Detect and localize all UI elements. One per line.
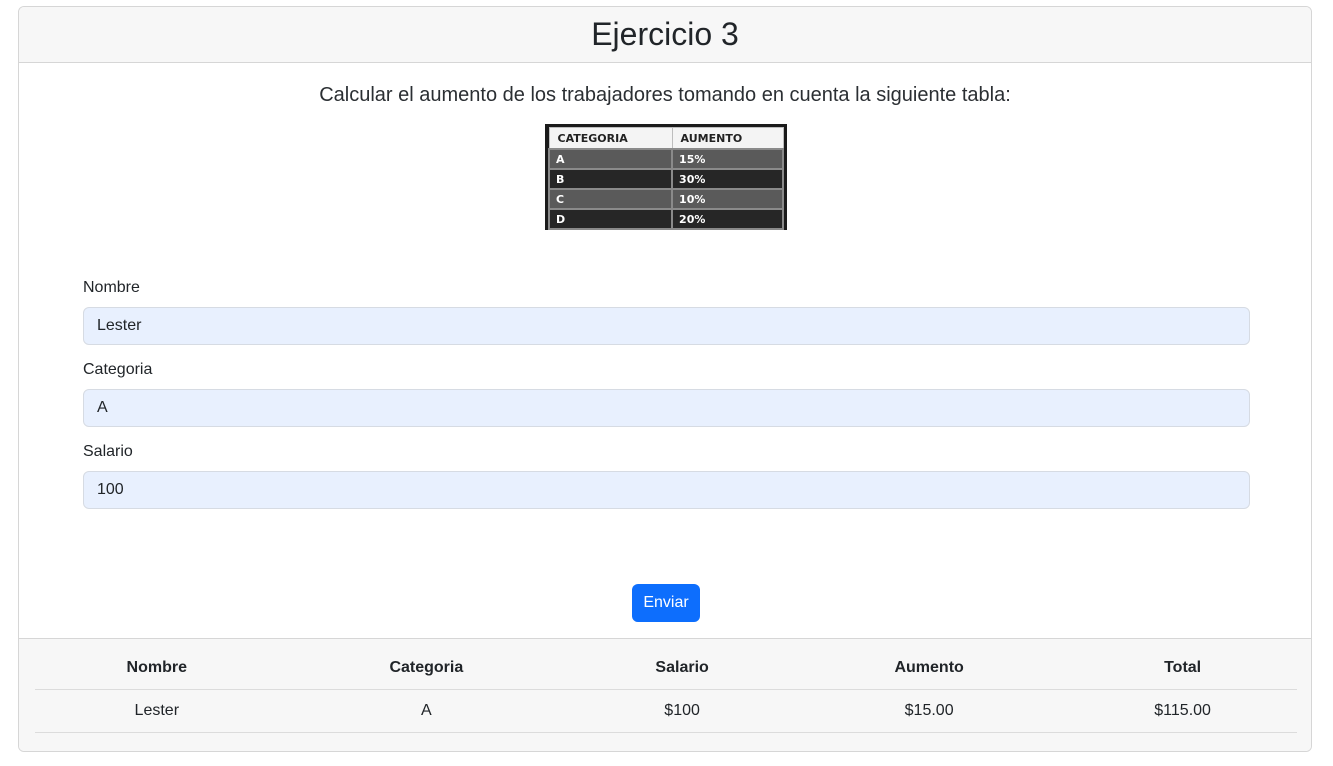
category-header: CATEGORIA	[548, 127, 673, 150]
results-header-nombre: Nombre	[35, 647, 279, 690]
category-increase-table-image: CATEGORIA AUMENTO A 15% B 30% C 10% D 20…	[545, 124, 787, 230]
card-header: Ejercicio 3	[19, 7, 1311, 63]
nombre-input[interactable]	[83, 307, 1250, 345]
table-row: B 30%	[547, 168, 784, 190]
categoria-label: Categoria	[83, 361, 153, 378]
increase-cell: 15%	[671, 148, 784, 170]
table-row: Lester A $100 $15.00 $115.00	[35, 689, 1297, 733]
nombre-label: Nombre	[83, 279, 140, 296]
increase-cell: 20%	[671, 208, 784, 230]
category-increase-table: CATEGORIA AUMENTO A 15% B 30% C 10% D 20…	[547, 127, 784, 230]
employee-form: Nombre Categoria Salario	[83, 279, 1250, 525]
result-aumento: $15.00	[790, 689, 1069, 733]
salario-label: Salario	[83, 443, 133, 460]
category-cell: B	[547, 168, 674, 190]
increase-header: AUMENTO	[671, 127, 784, 150]
nombre-field-group: Nombre	[83, 279, 1250, 345]
category-cell: C	[547, 188, 674, 210]
categoria-input[interactable]	[83, 389, 1250, 427]
result-categoria: A	[278, 689, 575, 733]
result-salario: $100	[574, 689, 791, 733]
results-header-aumento: Aumento	[790, 647, 1069, 690]
salario-field-group: Salario	[83, 443, 1250, 509]
results-header-total: Total	[1068, 647, 1297, 690]
increase-cell: 10%	[671, 188, 784, 210]
result-total: $115.00	[1068, 689, 1297, 733]
increase-cell: 30%	[671, 168, 784, 190]
table-row: C 10%	[547, 188, 784, 210]
categoria-field-group: Categoria	[83, 361, 1250, 427]
result-nombre: Lester	[35, 689, 279, 733]
intro-text: Calcular el aumento de los trabajadores …	[319, 84, 1011, 106]
category-cell: D	[547, 208, 674, 230]
table-row: D 20%	[547, 208, 784, 230]
results-table: Nombre Categoria Salario Aumento Total L…	[35, 647, 1297, 733]
results-header-salario: Salario	[574, 647, 791, 690]
results-header-categoria: Categoria	[278, 647, 575, 690]
submit-button[interactable]: Enviar	[632, 584, 700, 622]
salario-input[interactable]	[83, 471, 1250, 509]
table-row: A 15%	[547, 148, 784, 170]
category-cell: A	[547, 148, 674, 170]
page-title: Ejercicio 3	[591, 16, 739, 52]
results-footer: Nombre Categoria Salario Aumento Total L…	[19, 638, 1311, 751]
exercise-card: Ejercicio 3 Calcular el aumento de los t…	[18, 6, 1312, 752]
